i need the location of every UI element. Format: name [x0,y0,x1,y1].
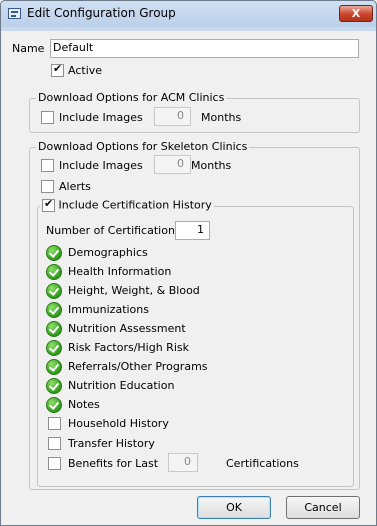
height-weight-blood-check-icon [46,283,62,299]
cert-item-demographics: Demographics [68,246,148,259]
include-cert-history-checkbox[interactable] [42,197,55,212]
app-icon [8,8,21,19]
active-checkbox[interactable] [51,62,64,77]
skeleton-months-label: Months [191,159,232,172]
health-information-check-icon [46,264,62,280]
immunizations-check-icon [46,302,62,318]
num-certifications-label: Number of Certifications [46,224,181,237]
nutrition-education-check-icon [46,378,62,394]
active-label: Active [68,64,103,77]
household-history-checkbox[interactable] [48,417,61,430]
cert-item-health-information: Health Information [68,265,172,278]
risk-factors-check-icon [46,340,62,356]
skeleton-include-images-label: Include Images [59,159,143,172]
cert-item-nutrition-assessment: Nutrition Assessment [68,322,186,335]
demographics-check-icon [46,245,62,261]
ok-button[interactable]: OK [197,496,271,519]
cert-item-risk-factors: Risk Factors/High Risk [68,341,189,354]
referrals-check-icon [46,359,62,375]
close-button[interactable]: X [339,5,373,22]
nutrition-assessment-check-icon [46,321,62,337]
notes-check-icon [46,397,62,413]
household-history-label: Household History [68,417,169,430]
acm-months-input[interactable]: 0 [154,107,191,126]
cert-item-notes: Notes [68,398,100,411]
name-label: Name [12,42,45,55]
cert-group: Include Certification History Number of … [37,197,354,487]
dialog-body: Name Default Active Download Options for… [7,31,370,519]
transfer-history-label: Transfer History [68,437,155,450]
acm-include-images-label: Include Images [59,111,143,124]
cert-group-title: Include Certification History [40,197,214,212]
include-cert-history-label: Include Certification History [58,198,212,212]
benefits-last-label: Benefits for Last [68,457,159,470]
cert-item-nutrition-education: Nutrition Education [68,379,175,392]
benefits-last-checkbox[interactable] [48,457,61,470]
dialog-window: Edit Configuration Group X Name Default … [0,0,377,526]
cert-item-immunizations: Immunizations [68,303,149,316]
num-certifications-input[interactable]: 1 [175,221,210,240]
cert-item-height-weight-blood: Height, Weight, & Blood [68,284,200,297]
cert-item-referrals: Referrals/Other Programs [68,360,208,373]
acm-group-title: Download Options for ACM Clinics [36,91,227,104]
acm-group: Download Options for ACM Clinics Include… [29,91,360,133]
transfer-history-checkbox[interactable] [48,437,61,450]
cancel-button[interactable]: Cancel [286,496,360,519]
alerts-label: Alerts [59,180,91,193]
acm-months-label: Months [201,111,242,124]
certifications-label: Certifications [226,457,299,470]
window-title: Edit Configuration Group [27,6,176,20]
skeleton-months-input[interactable]: 0 [154,155,191,174]
title-bar[interactable]: Edit Configuration Group X [1,1,376,27]
alerts-checkbox[interactable] [41,180,54,193]
benefits-last-input[interactable]: 0 [168,453,198,472]
acm-include-images-checkbox[interactable] [41,111,54,124]
skeleton-include-images-checkbox[interactable] [41,159,54,172]
skeleton-group: Download Options for Skeleton Clinics In… [29,140,360,490]
name-input[interactable]: Default [50,39,359,58]
skeleton-group-title: Download Options for Skeleton Clinics [36,140,250,153]
